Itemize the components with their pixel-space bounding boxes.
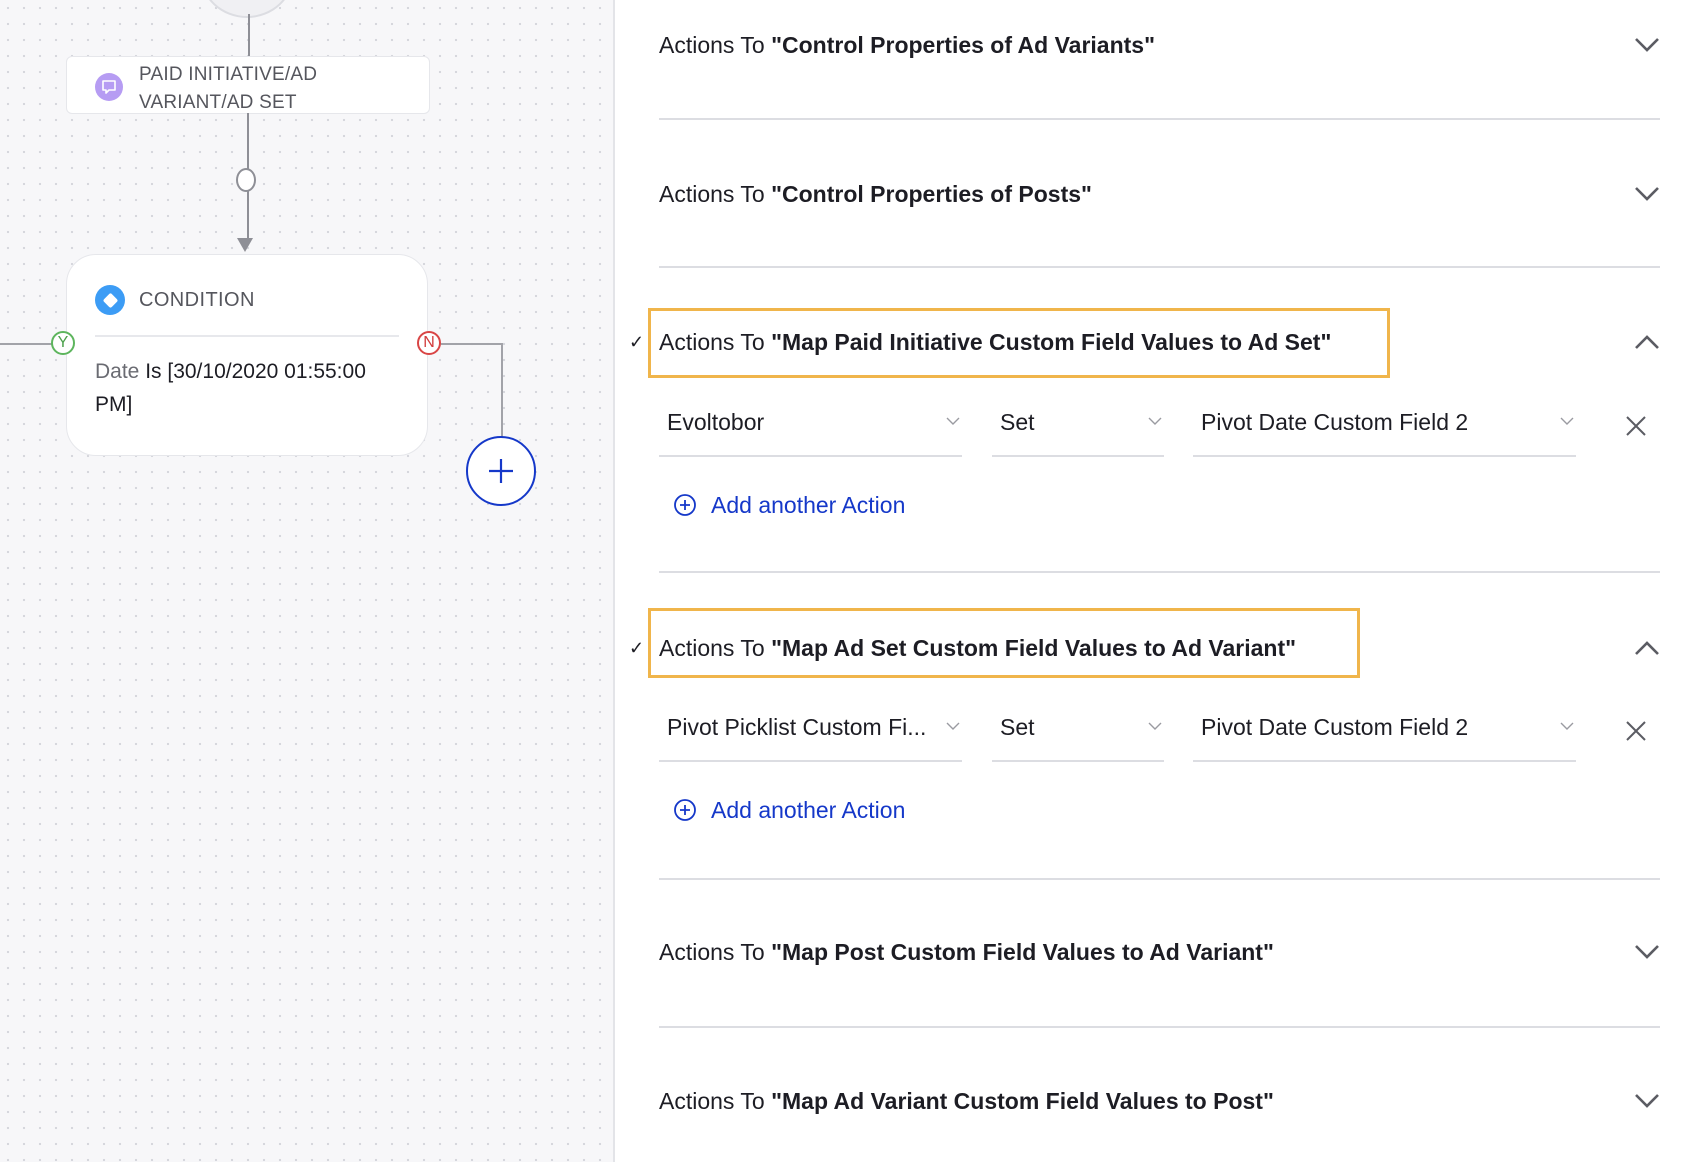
connector-line [247, 113, 249, 169]
section-header-map-ad-variant-to-post[interactable]: Actions To "Map Ad Variant Custom Field … [659, 1071, 1690, 1131]
section-header-map-ad-set[interactable]: ✓ Actions To "Map Ad Set Custom Field Va… [629, 618, 1690, 678]
operator-select[interactable]: Set [992, 397, 1164, 457]
actions-panel: Actions To "Control Properties of Ad Var… [615, 0, 1690, 1162]
add-another-action-link[interactable]: Add another Action [673, 487, 905, 523]
chevron-down-icon [1148, 722, 1162, 730]
divider [659, 1026, 1660, 1028]
chevron-down-icon [1560, 722, 1574, 730]
check-icon: ✓ [629, 637, 645, 658]
chevron-up-icon[interactable] [1632, 327, 1662, 357]
chevron-down-icon [946, 417, 960, 425]
section-header-control-posts[interactable]: Actions To "Control Properties of Posts" [659, 164, 1690, 224]
chat-bubble-icon [95, 73, 123, 101]
chevron-down-icon[interactable] [1632, 179, 1662, 209]
value-select-value: Pivot Date Custom Field 2 [1201, 714, 1469, 740]
plus-circle-icon [674, 799, 696, 821]
connector-junction[interactable] [236, 168, 256, 192]
section-header-map-paid-initiative[interactable]: ✓ Actions To "Map Paid Initiative Custom… [629, 312, 1690, 372]
arrow-down-icon [237, 238, 253, 252]
section-title: Actions To "Control Properties of Posts" [659, 180, 1092, 207]
close-icon [1626, 416, 1646, 436]
add-node-button[interactable] [466, 436, 536, 506]
connector-line [248, 14, 250, 56]
close-icon [1626, 721, 1646, 741]
plus-icon [489, 459, 513, 483]
condition-field: Date [95, 360, 140, 383]
chevron-up-icon[interactable] [1632, 633, 1662, 663]
divider [659, 266, 1660, 268]
yes-port[interactable]: Y [51, 331, 75, 355]
section-title: Actions To "Control Properties of Ad Var… [659, 31, 1155, 58]
no-port[interactable]: N [417, 331, 441, 355]
divider [659, 118, 1660, 120]
field-select-value: Evoltobor [667, 409, 765, 435]
operator-select-value: Set [1000, 409, 1035, 435]
check-icon: ✓ [629, 331, 645, 352]
value-select[interactable]: Pivot Date Custom Field 2 [1193, 397, 1576, 457]
chevron-down-icon [1560, 417, 1574, 425]
chevron-down-icon [946, 722, 960, 730]
divider [659, 878, 1660, 880]
section-header-control-ad-variants[interactable]: Actions To "Control Properties of Ad Var… [659, 15, 1690, 75]
remove-action-button[interactable] [1622, 412, 1650, 440]
add-action-label: Add another Action [711, 491, 906, 518]
operator-select-value: Set [1000, 714, 1035, 740]
diamond-icon [95, 285, 125, 315]
divider [659, 571, 1660, 573]
section-title: Actions To "Map Ad Variant Custom Field … [659, 1087, 1274, 1114]
plus-circle-icon [674, 494, 696, 516]
previous-node[interactable] [200, 0, 294, 18]
node-label-line2: VARIANT/AD SET [139, 92, 297, 113]
yes-branch-line [0, 343, 52, 345]
remove-action-button[interactable] [1622, 717, 1650, 745]
divider [95, 335, 399, 337]
add-another-action-link[interactable]: Add another Action [673, 792, 905, 828]
section-title: Actions To "Map Post Custom Field Values… [659, 938, 1274, 965]
node-label: PAID INITIATIVE/AD VARIANT/AD SET [139, 61, 317, 117]
condition-expression: Date Is [30/10/2020 01:55:00 PM] [95, 355, 407, 421]
node-label-line1: PAID INITIATIVE/AD [139, 64, 318, 85]
section-title: Actions To "Map Paid Initiative Custom F… [659, 328, 1332, 355]
connector-line [247, 190, 249, 240]
chevron-down-icon[interactable] [1632, 30, 1662, 60]
chevron-down-icon [1148, 417, 1162, 425]
section-title: Actions To "Map Ad Set Custom Field Valu… [659, 634, 1297, 661]
operator-select[interactable]: Set [992, 702, 1164, 762]
section-header-map-post-to-ad-variant[interactable]: Actions To "Map Post Custom Field Values… [659, 922, 1690, 982]
value-select-value: Pivot Date Custom Field 2 [1201, 409, 1469, 435]
field-select-value: Pivot Picklist Custom Fi... [667, 714, 927, 740]
paid-initiative-node[interactable]: PAID INITIATIVE/AD VARIANT/AD SET [66, 56, 430, 114]
field-select[interactable]: Evoltobor [659, 397, 962, 457]
field-select[interactable]: Pivot Picklist Custom Fi... [659, 702, 962, 762]
value-select[interactable]: Pivot Date Custom Field 2 [1193, 702, 1576, 762]
no-branch-line [441, 343, 503, 345]
condition-title: CONDITION [139, 289, 255, 311]
chevron-down-icon[interactable] [1632, 1086, 1662, 1116]
add-action-label: Add another Action [711, 796, 906, 823]
no-branch-line [501, 343, 503, 437]
chevron-down-icon[interactable] [1632, 937, 1662, 967]
workflow-canvas[interactable]: PAID INITIATIVE/AD VARIANT/AD SET CONDIT… [0, 0, 615, 1162]
condition-node[interactable]: CONDITION Date Is [30/10/2020 01:55:00 P… [66, 254, 428, 456]
